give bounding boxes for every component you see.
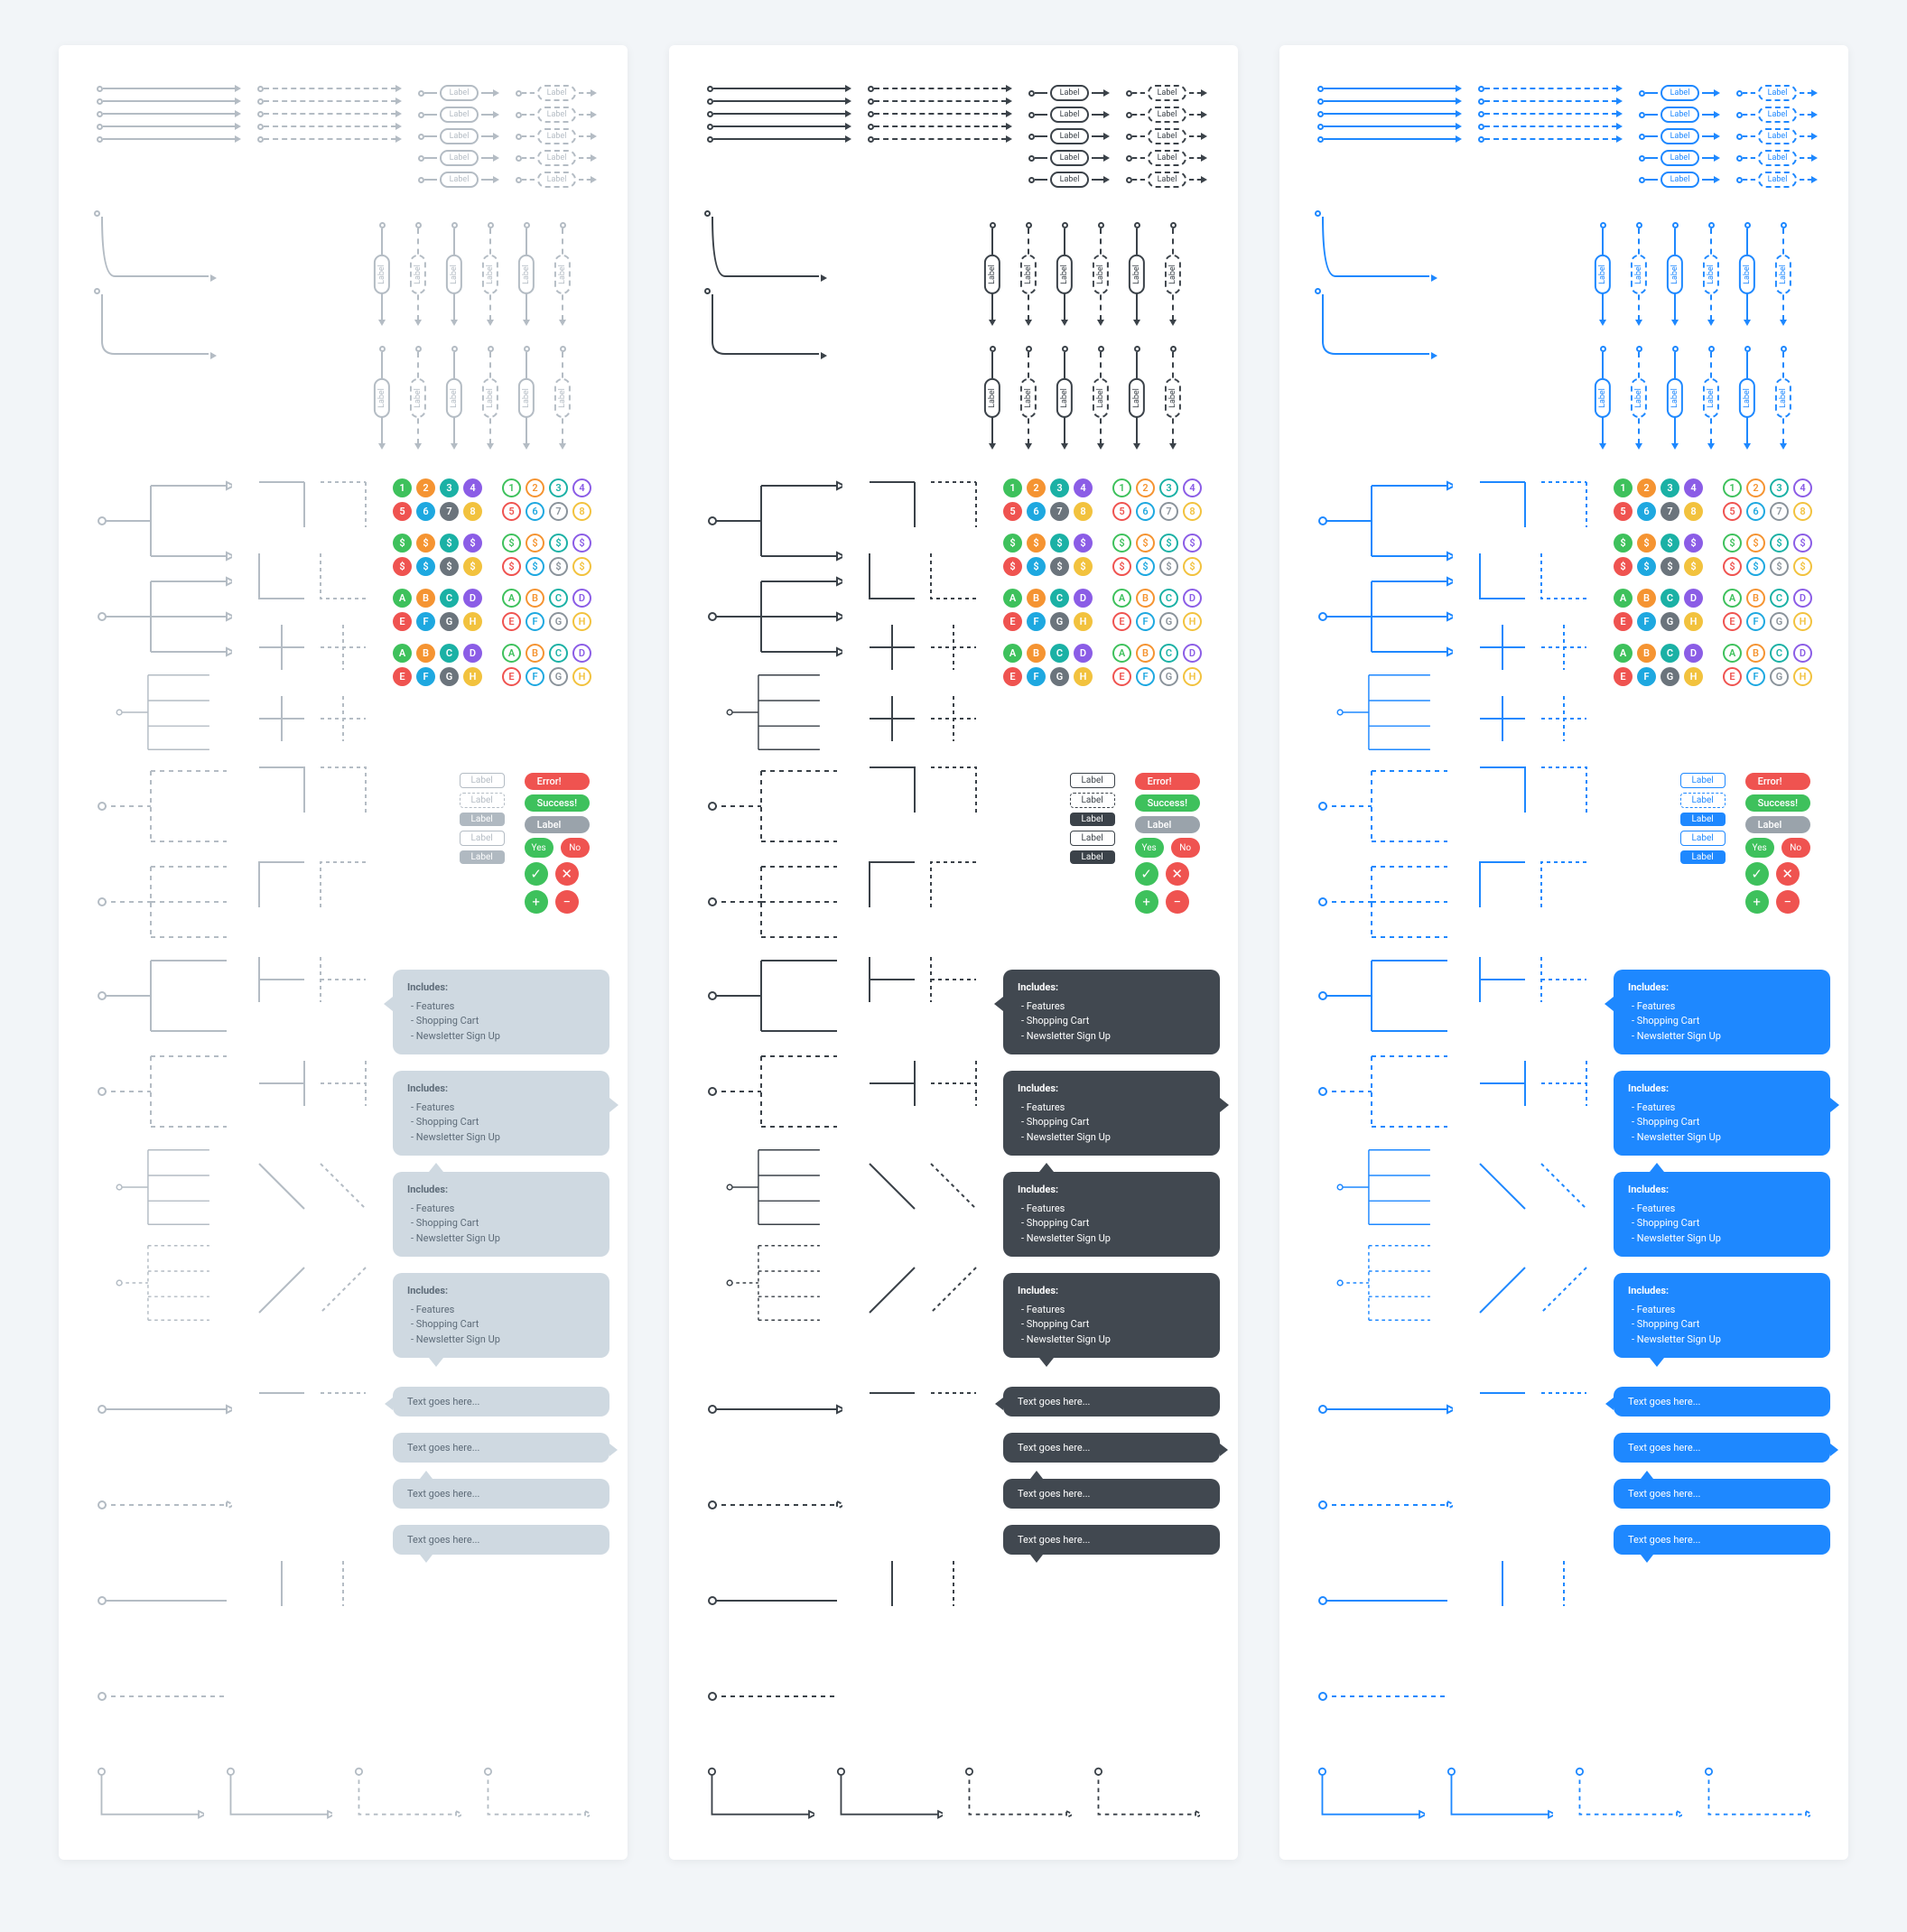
bottom-connectors — [97, 1766, 590, 1820]
numbered-badges: 1234 5678 1234 5678 — [1614, 478, 1812, 521]
note-box: Text goes here... — [1614, 1433, 1830, 1463]
letter-badges: ABCD EFGH ABCD EFGH — [1614, 589, 1812, 631]
horizontal-connectors: Label Label Label Label Label Label Labe… — [97, 85, 590, 193]
letter-badges: ABCD EFGH ABCD EFGH — [1003, 589, 1202, 631]
numbered-badges: 1234 5678 1234 5678 — [1003, 478, 1202, 521]
tree-connector — [97, 478, 232, 563]
status-error: Error! — [1745, 773, 1810, 790]
minus-icon[interactable]: − — [555, 890, 579, 914]
no-button[interactable]: No — [561, 838, 590, 858]
note-box: Text goes here... — [1003, 1525, 1220, 1555]
connector-label: Label — [1050, 85, 1090, 101]
callout-box: Includes: FeaturesShopping CartNewslette… — [393, 1071, 609, 1156]
ui-kit-panel-gray: Label Label Label Label Label Label Labe… — [59, 45, 628, 1860]
connector-label: Label — [440, 85, 479, 101]
plus-icon[interactable]: + — [1745, 890, 1769, 914]
plus-icon[interactable]: + — [525, 890, 548, 914]
status-success: Success! — [525, 794, 590, 812]
note-box: Text goes here... — [1614, 1387, 1830, 1416]
note-box: Text goes here... — [1003, 1479, 1220, 1509]
note-box: Text goes here... — [393, 1433, 609, 1463]
vertical-connectors: Label Label Label Label Label Label — [355, 222, 590, 326]
mini-connectors — [256, 478, 369, 755]
label-tags: Label Label Label Label Label Error! Suc… — [1614, 773, 1810, 914]
cross-icon[interactable]: ✕ — [555, 862, 579, 886]
numbered-badges: 1234 5678 1234 5678 — [393, 478, 591, 521]
callout-box: Includes: FeaturesShopping CartNewslette… — [1003, 1273, 1220, 1358]
mini-connectors — [866, 478, 980, 755]
callout-box: Includes: FeaturesShopping CartNewslette… — [1614, 1071, 1830, 1156]
callout-box: Includes: FeaturesShopping CartNewslette… — [1614, 1273, 1830, 1358]
l-connector — [97, 213, 214, 280]
no-button[interactable]: No — [1171, 838, 1200, 858]
yes-button[interactable]: Yes — [1745, 838, 1774, 858]
callout-box: Includes: FeaturesShopping CartNewslette… — [1614, 970, 1830, 1054]
l-connector — [1317, 213, 1435, 280]
connector-label: Label — [1660, 85, 1700, 101]
note-box: Text goes here... — [393, 1387, 609, 1416]
note-box: Text goes here... — [393, 1479, 609, 1509]
note-box: Text goes here... — [1003, 1433, 1220, 1463]
bottom-connectors — [707, 1766, 1200, 1820]
status-success: Success! — [1745, 794, 1810, 812]
check-icon[interactable]: ✓ — [525, 862, 548, 886]
check-icon[interactable]: ✓ — [1745, 862, 1769, 886]
callout-box: Includes: FeaturesShopping CartNewslette… — [1614, 1172, 1830, 1257]
status-label: Label — [1135, 816, 1200, 833]
callout-box: Includes: FeaturesShopping CartNewslette… — [393, 1273, 609, 1358]
note-box: Text goes here... — [1614, 1479, 1830, 1509]
horizontal-connectors: Label Label Label Label Label Label Labe… — [707, 85, 1200, 193]
tree-connector — [1317, 478, 1453, 563]
label-tags: Label Label Label Label Label Error! Suc… — [1003, 773, 1200, 914]
minus-icon[interactable]: − — [1776, 890, 1800, 914]
note-box: Text goes here... — [393, 1525, 609, 1555]
status-error: Error! — [1135, 773, 1200, 790]
no-button[interactable]: No — [1781, 838, 1810, 858]
mini-connectors — [1476, 478, 1590, 755]
minus-icon[interactable]: − — [1166, 890, 1189, 914]
tree-connector — [707, 478, 842, 563]
cross-icon[interactable]: ✕ — [1776, 862, 1800, 886]
ui-kit-panel-blue: Label Label Label Label Label Label Labe… — [1279, 45, 1848, 1860]
callout-box: Includes: FeaturesShopping CartNewslette… — [1003, 1071, 1220, 1156]
plus-icon[interactable]: + — [1135, 890, 1158, 914]
status-label: Label — [1745, 816, 1810, 833]
callout-box: Includes: FeaturesShopping CartNewslette… — [1003, 970, 1220, 1054]
vertical-connectors: Label Label Label Label Label Label — [1576, 222, 1810, 326]
ui-kit-panel-dark: Label Label Label Label Label Label Labe… — [669, 45, 1238, 1860]
horizontal-connectors: Label Label Label Label Label Label Labe… — [1317, 85, 1810, 193]
status-label: Label — [525, 816, 590, 833]
vertical-connectors: Label Label Label Label Label Label — [965, 222, 1200, 326]
check-icon[interactable]: ✓ — [1135, 862, 1158, 886]
status-success: Success! — [1135, 794, 1200, 812]
note-box: Text goes here... — [1614, 1525, 1830, 1555]
callout-box: Includes: FeaturesShopping CartNewslette… — [393, 970, 609, 1054]
cross-icon[interactable]: ✕ — [1166, 862, 1189, 886]
status-error: Error! — [525, 773, 590, 790]
label-tags: Label Label Label Label Label Error! Suc… — [393, 773, 590, 914]
yes-button[interactable]: Yes — [1135, 838, 1164, 858]
callout-box: Includes: FeaturesShopping CartNewslette… — [393, 1172, 609, 1257]
yes-button[interactable]: Yes — [525, 838, 553, 858]
letter-badges: ABCD EFGH ABCD EFGH — [393, 589, 591, 631]
note-box: Text goes here... — [1003, 1387, 1220, 1416]
callout-box: Includes: FeaturesShopping CartNewslette… — [1003, 1172, 1220, 1257]
bottom-connectors — [1317, 1766, 1810, 1820]
l-connector — [707, 213, 824, 280]
